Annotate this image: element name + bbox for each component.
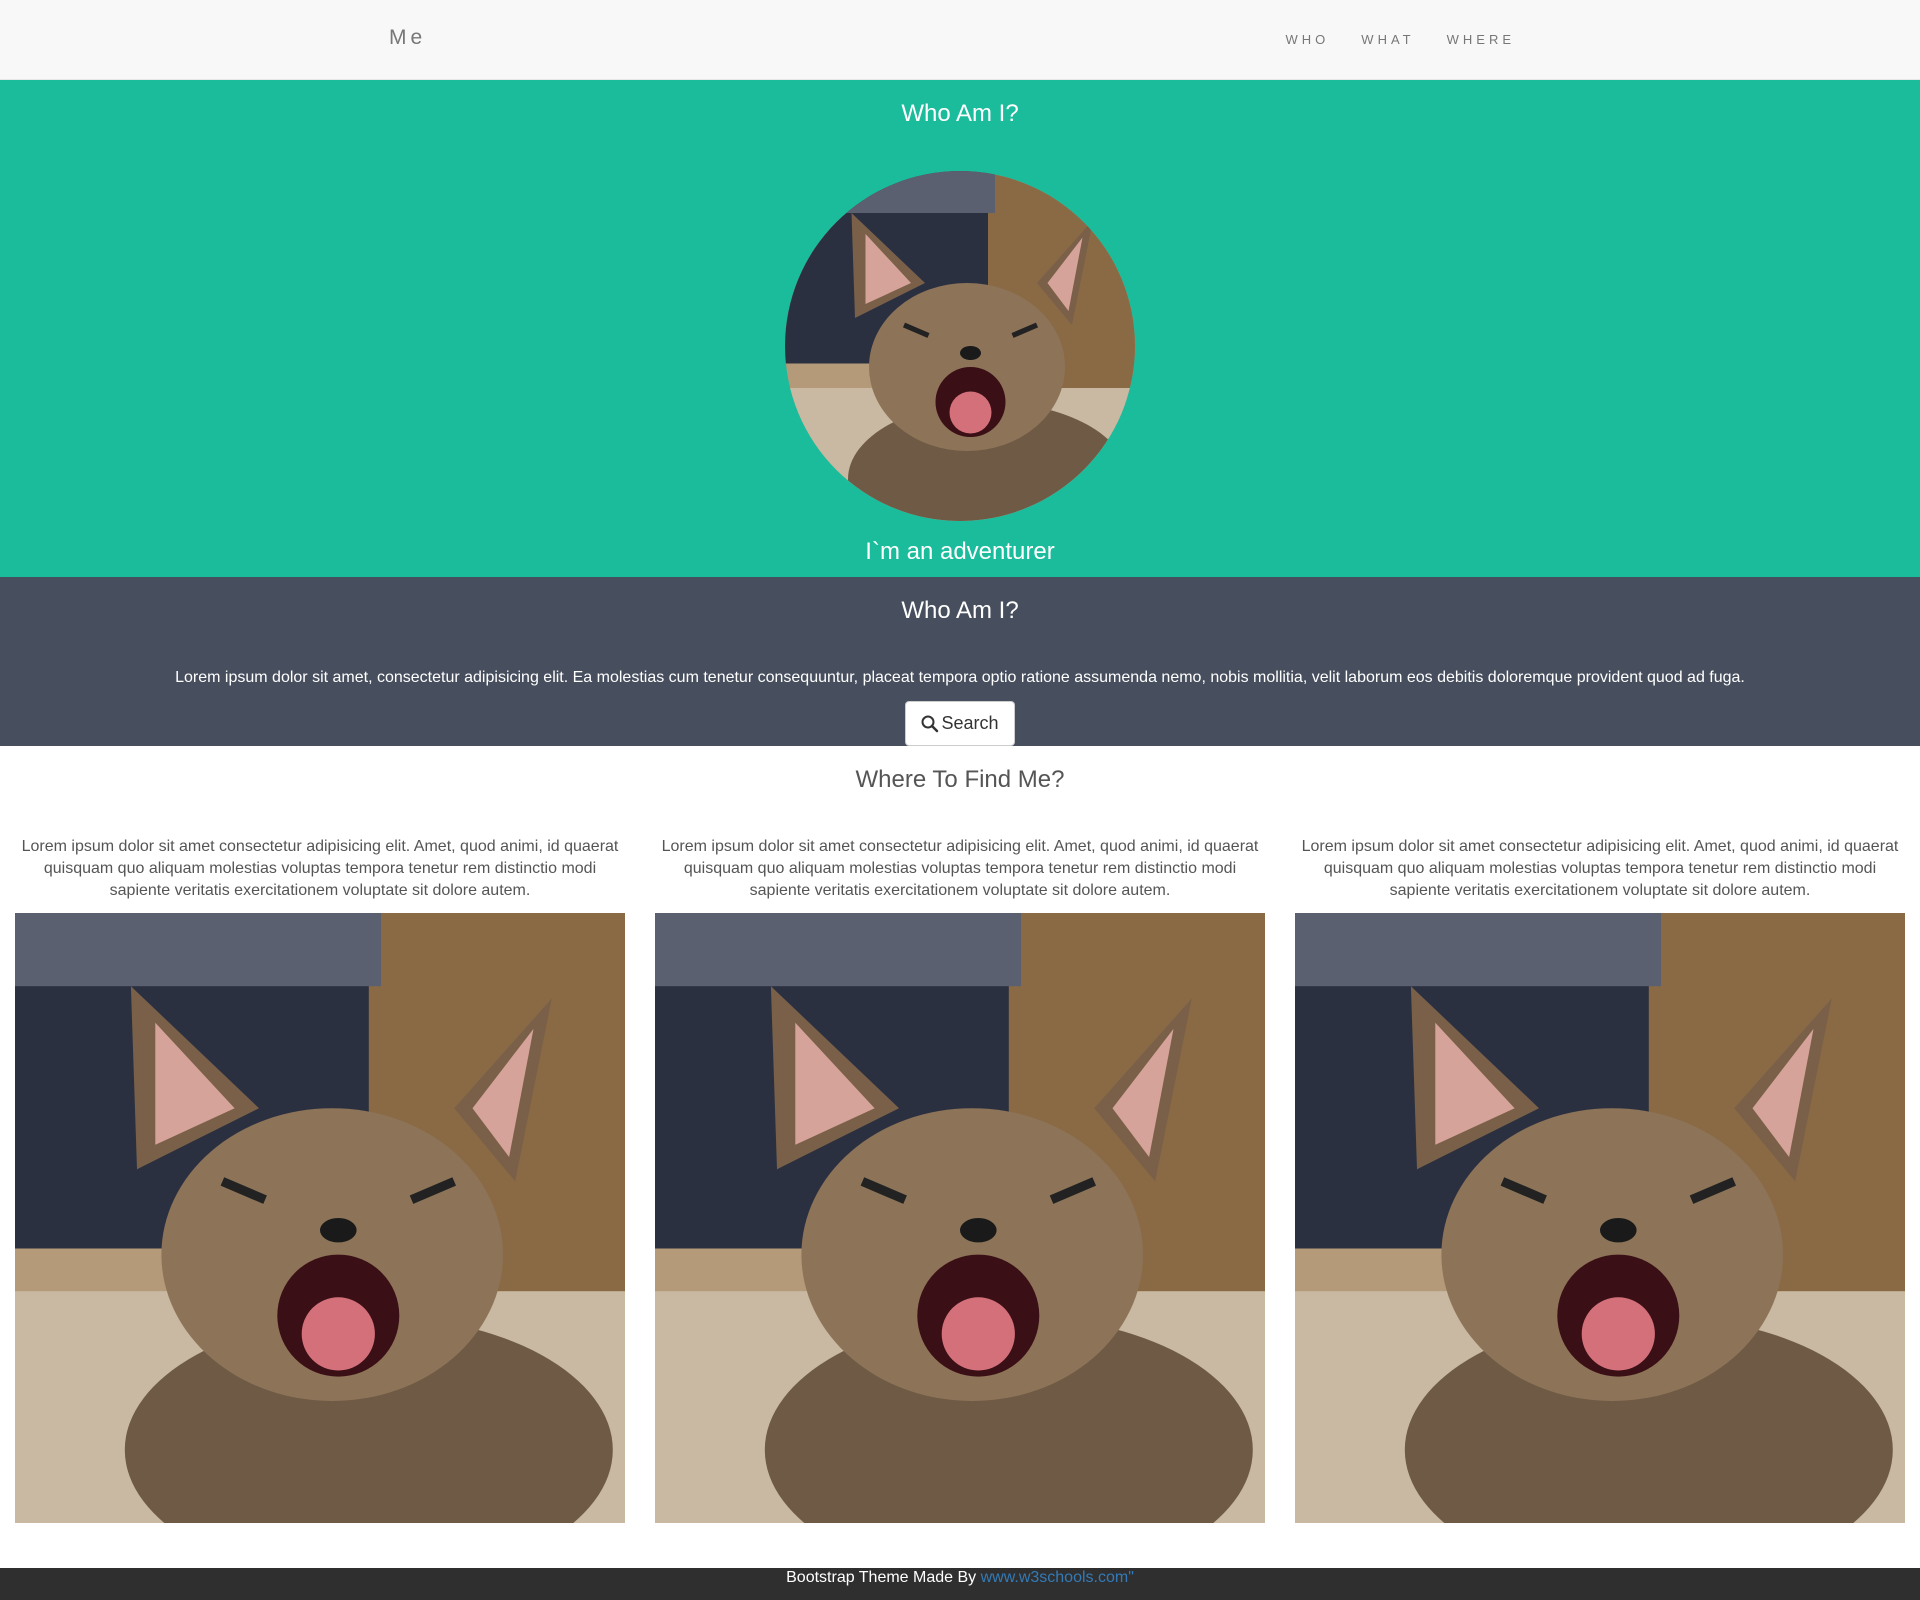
- where-column: Lorem ipsum dolor sit amet consectetur a…: [15, 836, 625, 896]
- hero-title: Who Am I?: [901, 100, 1019, 127]
- footer-link[interactable]: www.w3schools.com": [981, 1569, 1134, 1586]
- about-title: Who Am I?: [901, 597, 1019, 624]
- about-text: Lorem ipsum dolor sit amet, consectetur …: [175, 669, 1745, 686]
- nav-link-where[interactable]: WHERE: [1447, 32, 1515, 47]
- column-text: Lorem ipsum dolor sit amet consectetur a…: [661, 838, 1259, 899]
- brand-link[interactable]: Me: [389, 26, 426, 50]
- navbar: Me WHO WHAT WHERE: [0, 0, 1920, 80]
- search-icon: [921, 715, 939, 732]
- nav-link-what[interactable]: WHAT: [1361, 32, 1414, 47]
- kitten-photo: [785, 171, 1135, 521]
- footer: Bootstrap Theme Made By www.w3schools.co…: [0, 1568, 1920, 1600]
- where-column: Lorem ipsum dolor sit amet consectetur a…: [1295, 836, 1905, 896]
- column-text: Lorem ipsum dolor sit amet consectetur a…: [1301, 838, 1899, 899]
- nav-link-who[interactable]: WHO: [1286, 32, 1330, 47]
- kitten-image: [15, 913, 625, 1523]
- hero-section: Who Am I? I`m an adventurer: [0, 80, 1920, 577]
- kitten-photo: [655, 913, 1265, 1523]
- where-column: Lorem ipsum dolor sit amet consectetur a…: [655, 836, 1265, 896]
- about-section: Who Am I? Lorem ipsum dolor sit amet, co…: [0, 577, 1920, 746]
- where-section: Where To Find Me? Lorem ipsum dolor sit …: [0, 746, 1920, 1568]
- hero-subtitle: I`m an adventurer: [865, 538, 1055, 565]
- kitten-image: [655, 913, 1265, 1523]
- kitten-photo: [1295, 913, 1905, 1523]
- search-button-label: Search: [941, 713, 999, 733]
- footer-text: Bootstrap Theme Made By: [786, 1569, 981, 1586]
- where-title: Where To Find Me?: [855, 766, 1065, 793]
- kitten-photo: [15, 913, 625, 1523]
- column-text: Lorem ipsum dolor sit amet consectetur a…: [21, 838, 619, 899]
- search-button[interactable]: Search: [905, 701, 1015, 746]
- avatar: [785, 171, 1135, 521]
- kitten-image: [1295, 913, 1905, 1523]
- nav-links: WHO WHAT WHERE: [1254, 32, 1515, 47]
